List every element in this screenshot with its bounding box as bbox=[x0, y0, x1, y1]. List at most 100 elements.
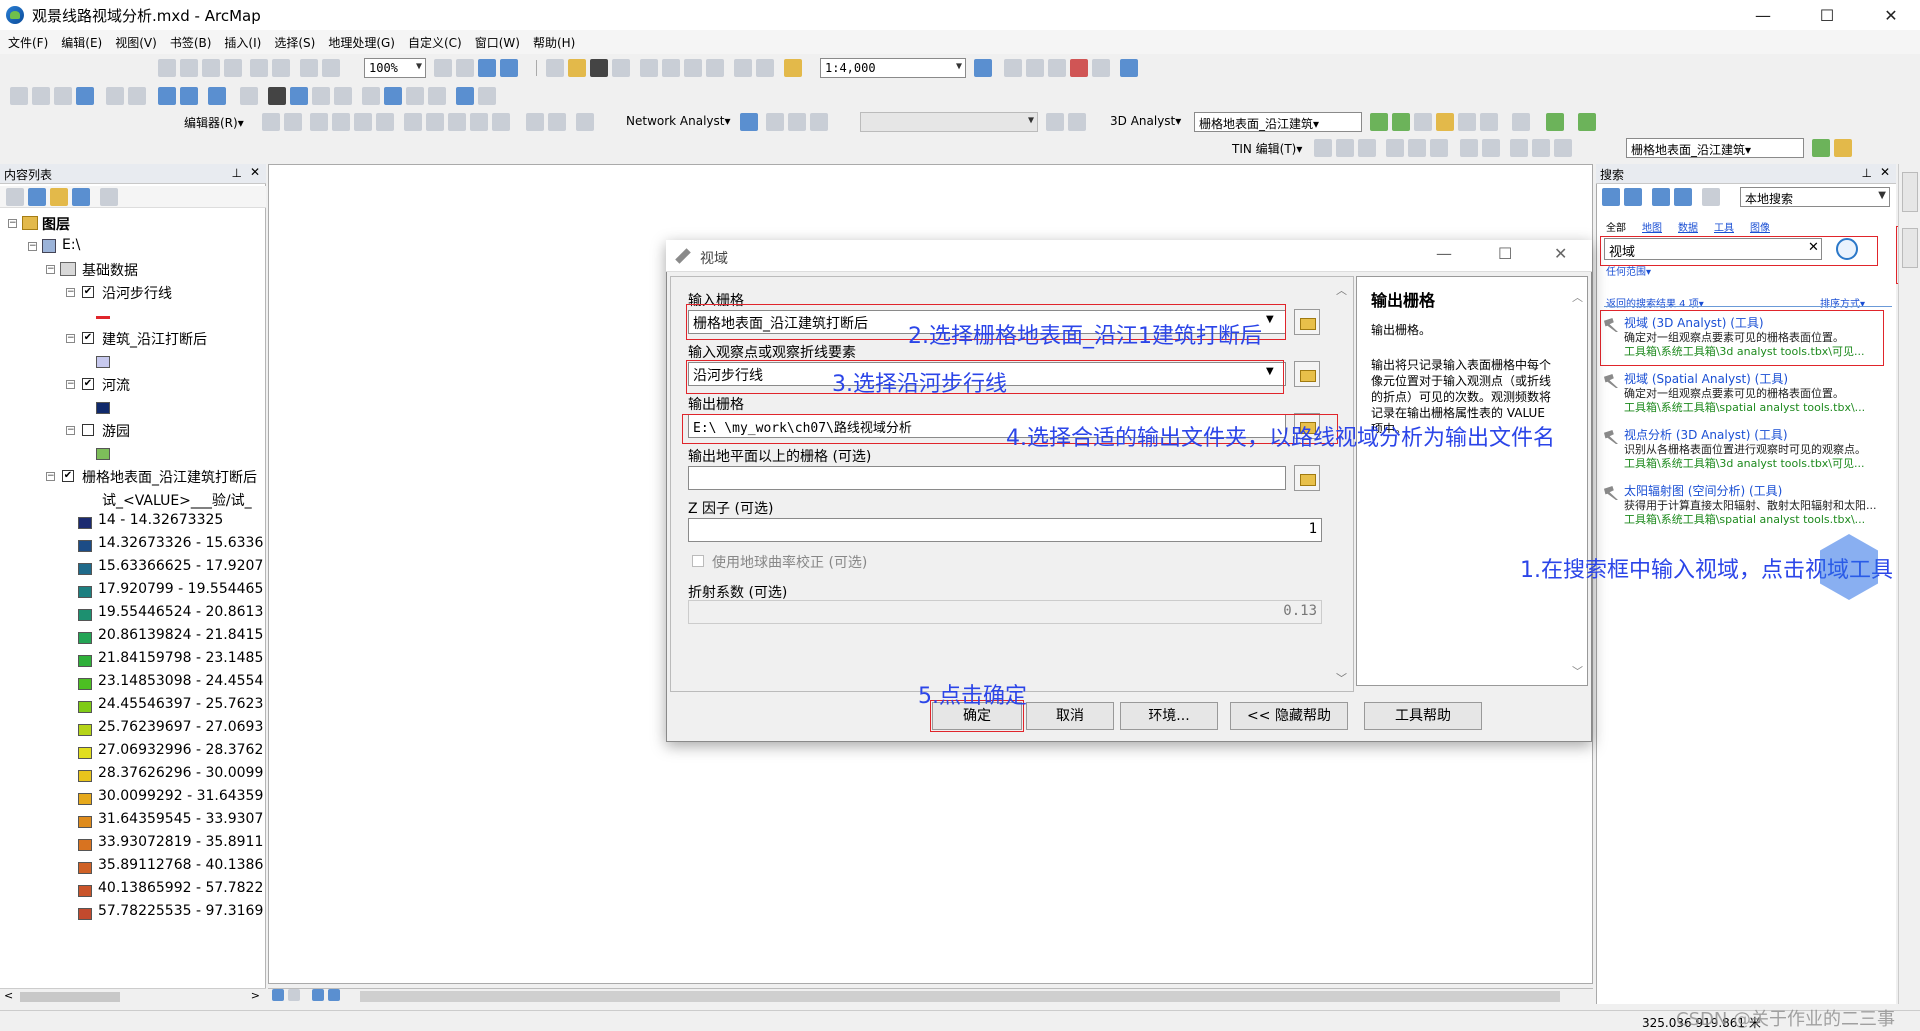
straight-segment-icon[interactable] bbox=[310, 113, 328, 131]
interpolate-point-icon[interactable] bbox=[1436, 113, 1454, 131]
pin-icon[interactable]: ⊥ bbox=[1862, 166, 1872, 180]
tin-add-icon[interactable] bbox=[1532, 139, 1550, 157]
help-scroll-up-icon[interactable]: ︿ bbox=[1572, 289, 1583, 305]
data-driven-icon[interactable] bbox=[500, 59, 518, 77]
tin-triangle-icon[interactable] bbox=[1358, 139, 1376, 157]
group-name[interactable]: 基础数据 bbox=[82, 260, 138, 280]
tab-images[interactable]: 图像 bbox=[1750, 219, 1770, 234]
rotate-icon[interactable] bbox=[492, 113, 510, 131]
change-layout-icon[interactable] bbox=[478, 59, 496, 77]
point-icon[interactable] bbox=[376, 113, 394, 131]
focus-frame-icon[interactable] bbox=[456, 59, 474, 77]
tin-props-icon[interactable] bbox=[1554, 139, 1572, 157]
layers-root[interactable]: 图层 bbox=[42, 214, 70, 234]
expand-layer-icon[interactable]: − bbox=[66, 426, 75, 435]
toc-window-icon[interactable] bbox=[1004, 59, 1022, 77]
interpolate-polygon-icon[interactable] bbox=[1480, 113, 1498, 131]
solve-icon[interactable] bbox=[810, 113, 828, 131]
layer-visibility-checkbox[interactable] bbox=[82, 424, 94, 436]
zoom-in-fixed-icon[interactable] bbox=[158, 59, 176, 77]
result-path[interactable]: 工具箱\系统工具箱\spatial analyst tools.tbx\... bbox=[1624, 511, 1880, 527]
cut-icon[interactable] bbox=[640, 59, 658, 77]
full-page-icon[interactable] bbox=[202, 59, 220, 77]
python-icon[interactable] bbox=[1092, 59, 1110, 77]
list-by-source-icon[interactable] bbox=[28, 188, 46, 206]
param-scrollbar[interactable]: ︿ ﹀ bbox=[1334, 280, 1350, 690]
zoom-out-fixed-icon[interactable] bbox=[180, 59, 198, 77]
tin-delete-icon[interactable] bbox=[1386, 139, 1404, 157]
list-by-selection-icon[interactable] bbox=[72, 188, 90, 206]
layer-visibility-checkbox[interactable]: ✔ bbox=[82, 378, 94, 390]
menu-customize[interactable]: 自定义(C) bbox=[408, 34, 462, 51]
sort-by-link[interactable]: 排序方式▾ bbox=[1820, 295, 1865, 310]
catalog-tab[interactable] bbox=[1902, 172, 1918, 212]
arcglobe-icon[interactable] bbox=[1578, 113, 1596, 131]
profile-graph-icon[interactable] bbox=[1512, 113, 1530, 131]
toc-options-icon[interactable] bbox=[100, 188, 118, 206]
editor-menu[interactable]: 编辑器(R)▾ bbox=[184, 114, 244, 131]
minimize-button[interactable]: — bbox=[1740, 0, 1786, 30]
new-doc-icon[interactable] bbox=[546, 59, 564, 77]
data-view-icon[interactable] bbox=[272, 989, 284, 1001]
result-path[interactable]: 工具箱\系统工具箱\spatial analyst tools.tbx\... bbox=[1624, 399, 1880, 415]
forward-arrow-icon[interactable] bbox=[1624, 188, 1642, 206]
reshape-icon[interactable] bbox=[426, 113, 444, 131]
folder-name[interactable]: E:\ bbox=[62, 237, 80, 253]
search-window-icon[interactable] bbox=[1048, 59, 1066, 77]
tool-help-button[interactable]: 工具帮助 bbox=[1364, 702, 1482, 730]
end-point-arc-icon[interactable] bbox=[332, 113, 350, 131]
interpolate-line-icon[interactable] bbox=[1458, 113, 1476, 131]
3d-analyst-menu[interactable]: 3D Analyst▾ bbox=[1110, 114, 1181, 128]
zoom-in-icon[interactable] bbox=[10, 87, 28, 105]
contour-icon-2[interactable] bbox=[1812, 139, 1830, 157]
create-features-icon[interactable] bbox=[576, 113, 594, 131]
clear-selection-icon[interactable] bbox=[240, 87, 258, 105]
dialog-close-icon[interactable]: ✕ bbox=[1554, 244, 1567, 263]
create-network-location-icon[interactable] bbox=[766, 113, 784, 131]
search-scope-combo[interactable]: 本地搜索 ▼ bbox=[1740, 187, 1890, 207]
edit-vertices-icon[interactable] bbox=[404, 113, 422, 131]
edit-annotation-icon[interactable] bbox=[284, 113, 302, 131]
expand-layer-icon[interactable]: − bbox=[66, 334, 75, 343]
sketch-properties-icon[interactable] bbox=[548, 113, 566, 131]
tab-tools[interactable]: 工具 bbox=[1714, 219, 1734, 234]
list-by-visibility-icon[interactable] bbox=[50, 188, 68, 206]
layer-name[interactable]: 游园 bbox=[102, 421, 130, 441]
redo-icon[interactable] bbox=[756, 59, 774, 77]
tin-flip-icon[interactable] bbox=[1408, 139, 1426, 157]
z-factor-field[interactable]: 1 bbox=[688, 518, 1322, 542]
curvature-checkbox[interactable] bbox=[692, 555, 704, 567]
layer-visibility-checkbox[interactable]: ✔ bbox=[82, 286, 94, 298]
add-data-icon[interactable] bbox=[784, 59, 802, 77]
layer-name[interactable]: 河流 bbox=[102, 375, 130, 395]
split-icon[interactable] bbox=[470, 113, 488, 131]
identify-icon[interactable] bbox=[290, 87, 308, 105]
catalog-icon[interactable] bbox=[1026, 59, 1044, 77]
directions-icon[interactable] bbox=[1046, 113, 1064, 131]
maximize-button[interactable]: ☐ bbox=[1804, 0, 1850, 30]
select-features-icon[interactable] bbox=[208, 87, 226, 105]
layer-name[interactable]: 建筑_沿江打断后 bbox=[102, 329, 207, 349]
tin-swap-icon[interactable] bbox=[1430, 139, 1448, 157]
list-by-drawing-order-icon[interactable] bbox=[6, 188, 24, 206]
delete-icon[interactable] bbox=[706, 59, 724, 77]
menu-geoprocessing[interactable]: 地理处理(G) bbox=[328, 34, 395, 51]
toc-horizontal-scrollbar[interactable]: < > bbox=[0, 988, 266, 1004]
menu-insert[interactable]: 插入(I) bbox=[224, 34, 261, 51]
build-network-icon[interactable] bbox=[1068, 113, 1086, 131]
pan-icon[interactable] bbox=[54, 87, 72, 105]
fixed-zoom-in-icon[interactable] bbox=[106, 87, 124, 105]
network-analyst-menu[interactable]: Network Analyst▾ bbox=[626, 114, 731, 128]
agl-field[interactable] bbox=[688, 466, 1286, 490]
tab-data[interactable]: 数据 bbox=[1678, 219, 1698, 234]
zoom-out-icon[interactable] bbox=[32, 87, 50, 105]
paste-icon[interactable] bbox=[684, 59, 702, 77]
tin-select-icon[interactable] bbox=[1482, 139, 1500, 157]
hyperlink-icon[interactable] bbox=[312, 87, 330, 105]
menu-windows[interactable]: 窗口(W) bbox=[475, 34, 520, 51]
expand-layer-icon[interactable]: − bbox=[66, 380, 75, 389]
expand-layers-icon[interactable]: − bbox=[8, 219, 17, 228]
find-route-icon[interactable] bbox=[406, 87, 424, 105]
search-close-icon[interactable]: ✕ bbox=[1880, 165, 1890, 179]
go-back-icon[interactable] bbox=[158, 87, 176, 105]
